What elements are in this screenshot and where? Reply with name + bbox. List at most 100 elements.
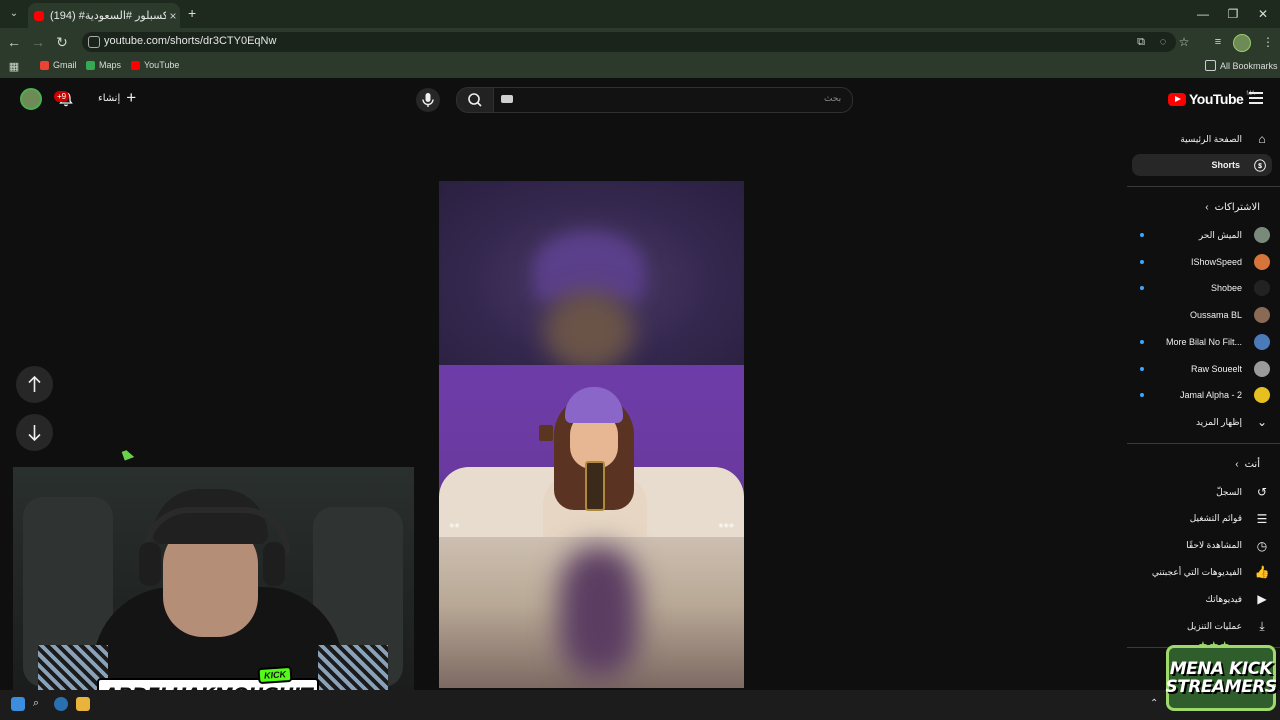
sidebar-item-history[interactable]: السجلّ ↺	[1130, 481, 1270, 503]
you-header[interactable]: ‹ أنت	[1235, 459, 1260, 470]
sidebar-channel[interactable]: Raw Soueelt	[1130, 358, 1270, 380]
chevron-left-icon: ‹	[1235, 459, 1239, 470]
sidebar-item-label: Shorts	[1211, 160, 1240, 170]
bookmark-star-icon[interactable]: ☆	[1174, 32, 1194, 52]
shorts-video-player[interactable]: ◉◉ ◉◉◉	[439, 181, 744, 688]
video-frame: ◉◉ ◉◉◉	[439, 365, 744, 537]
sidebar-item-shorts[interactable]: Shorts ⓢ	[1132, 154, 1272, 176]
arrow-down-icon	[28, 425, 41, 442]
channel-avatar	[1254, 227, 1270, 243]
new-content-dot	[1140, 233, 1144, 237]
sidebar-item-watch-later[interactable]: المشاهدة لاحقًا ◷	[1130, 535, 1270, 557]
sidebar-divider	[1127, 186, 1280, 187]
sidebar-item-like[interactable]: الفيديوهات التي أعجبتني 👍	[1130, 561, 1270, 583]
channel-avatar	[1254, 387, 1270, 404]
watch-later-icon: ◷	[1256, 538, 1268, 553]
plus-icon: +	[126, 88, 137, 107]
sidebar-channel[interactable]: Shobee	[1130, 277, 1270, 299]
previous-short-button[interactable]	[16, 366, 53, 403]
url-text: youtube.com/shorts/dr3CTY0EqNw	[104, 35, 277, 47]
sidebar-channel[interactable]: Jamal Alpha - 2	[1130, 384, 1270, 406]
sidebar-item-home[interactable]: الصفحة الرئيسية ⌂	[1130, 128, 1270, 150]
tray-chevron-up-icon[interactable]: ⌃	[1150, 698, 1158, 709]
youtube-logo[interactable]: YouTube MA	[1168, 91, 1255, 107]
reload-icon[interactable]: ↻	[52, 32, 72, 52]
bookmark-youtube[interactable]: YouTube	[131, 60, 179, 70]
subscriptions-header[interactable]: ‹ الاشتراكات	[1205, 202, 1260, 213]
eye-off-icon[interactable]: ◌	[1153, 32, 1173, 52]
account-avatar[interactable]	[20, 88, 42, 110]
extensions-icon[interactable]: ≡	[1208, 32, 1228, 52]
keyboard-icon[interactable]	[501, 95, 513, 103]
bookmark-gmail[interactable]: Gmail	[40, 60, 77, 70]
taskbar-settings-icon[interactable]	[54, 697, 68, 711]
channel-name: Jamal Alpha - 2	[1179, 390, 1242, 401]
sidebar-channel[interactable]: الميش الحر	[1130, 224, 1270, 246]
sidebar-channel[interactable]: Oussama BL	[1130, 304, 1270, 326]
site-info-icon[interactable]	[88, 36, 100, 48]
new-content-dot	[1140, 286, 1144, 291]
sidebar-item-your-videos[interactable]: فيديوهاتك ▶	[1130, 588, 1270, 610]
tab-search-icon[interactable]: ⌄	[4, 4, 24, 24]
youtube-wordmark: YouTube	[1189, 91, 1244, 107]
windows-taskbar	[0, 690, 1280, 720]
mena-kick-streamers-logo: MENA KICK STREAMERS	[1165, 645, 1277, 711]
home-icon: ⌂	[1258, 132, 1266, 146]
taskbar-search-icon[interactable]: ⌕	[33, 697, 47, 711]
sidebar-channel[interactable]: IShowSpeed	[1130, 251, 1270, 273]
restore-icon[interactable]: ❐	[1218, 4, 1248, 24]
sidebar-item-label: قوائم التشغيل	[1189, 513, 1242, 524]
channel-name: Shobee	[1210, 283, 1242, 294]
streamer-webcam	[13, 467, 414, 690]
video-watermark-left: ◉◉	[449, 523, 460, 529]
sidebar-item-download[interactable]: عمليات التنزيل ⤓	[1130, 615, 1270, 637]
search-icon	[468, 93, 482, 107]
bookmark-maps[interactable]: Maps	[86, 60, 121, 70]
apps-grid-icon[interactable]: ▦	[4, 57, 24, 77]
video-bottom-blur	[439, 537, 744, 688]
address-bar[interactable]: youtube.com/shorts/dr3CTY0EqNw	[82, 32, 1176, 52]
mouse-cursor-icon	[121, 448, 135, 461]
forward-icon[interactable]: →	[28, 32, 48, 52]
shorts-icon: ⓢ	[1253, 158, 1266, 173]
voice-search-button[interactable]	[416, 88, 440, 112]
gmail-icon	[40, 60, 49, 70]
hamburger-menu-icon[interactable]	[1249, 92, 1263, 104]
back-icon[interactable]: ←	[4, 32, 24, 52]
cast-icon[interactable]: ⧉	[1131, 32, 1151, 52]
sidebar-item-label: الفيديوهات التي أعجبتني	[1151, 566, 1242, 577]
sidebar-item-label: المشاهدة لاحقًا	[1186, 540, 1242, 551]
your-videos-icon: ▶	[1257, 592, 1267, 607]
channel-name: More Bilal No Filt...	[1165, 336, 1242, 347]
playlists-icon: ☰	[1256, 511, 1268, 526]
video-top-blur	[439, 181, 744, 371]
sidebar-item-label: عمليات التنزيل	[1187, 620, 1242, 631]
tab-close-icon[interactable]: ×	[166, 9, 180, 23]
sidebar-item-playlists[interactable]: قوائم التشغيل ☰	[1130, 508, 1270, 530]
close-window-icon[interactable]: ✕	[1248, 4, 1278, 24]
sidebar-channel[interactable]: More Bilal No Filt...	[1130, 331, 1270, 353]
file-explorer-icon[interactable]	[76, 697, 90, 711]
search-button[interactable]	[456, 87, 494, 113]
new-content-dot	[1140, 393, 1144, 398]
show-more-button[interactable]: إظهار المزيد ⌄	[1130, 411, 1270, 433]
sidebar: الصفحة الرئيسية ⌂ Shorts ⓢ ‹ الاشتراكات …	[1127, 120, 1280, 690]
next-short-button[interactable]	[16, 414, 53, 451]
bookmarks-bar	[0, 56, 1280, 78]
like-icon: 👍	[1254, 565, 1270, 580]
profile-avatar[interactable]	[1233, 34, 1251, 52]
chevron-down-icon: ⌄	[1256, 415, 1268, 429]
channel-name: Raw Soueelt	[1190, 363, 1242, 374]
windows-start-icon[interactable]	[11, 697, 25, 711]
browser-tab[interactable]: (194) #اكسبلور #السعودية # ×	[28, 3, 180, 28]
search-placeholder: بحث	[824, 93, 842, 103]
channel-avatar	[1254, 307, 1270, 324]
all-bookmarks[interactable]: All Bookmarks	[1205, 60, 1278, 71]
kebab-menu-icon[interactable]: ⋮	[1258, 32, 1278, 52]
create-button[interactable]: إنشاء +	[98, 88, 137, 107]
minimize-icon[interactable]: —	[1188, 4, 1218, 24]
youtube-icon	[131, 60, 140, 70]
new-tab-button[interactable]: +	[188, 5, 196, 21]
youtube-play-icon	[1168, 92, 1186, 106]
search-input[interactable]	[493, 87, 853, 113]
